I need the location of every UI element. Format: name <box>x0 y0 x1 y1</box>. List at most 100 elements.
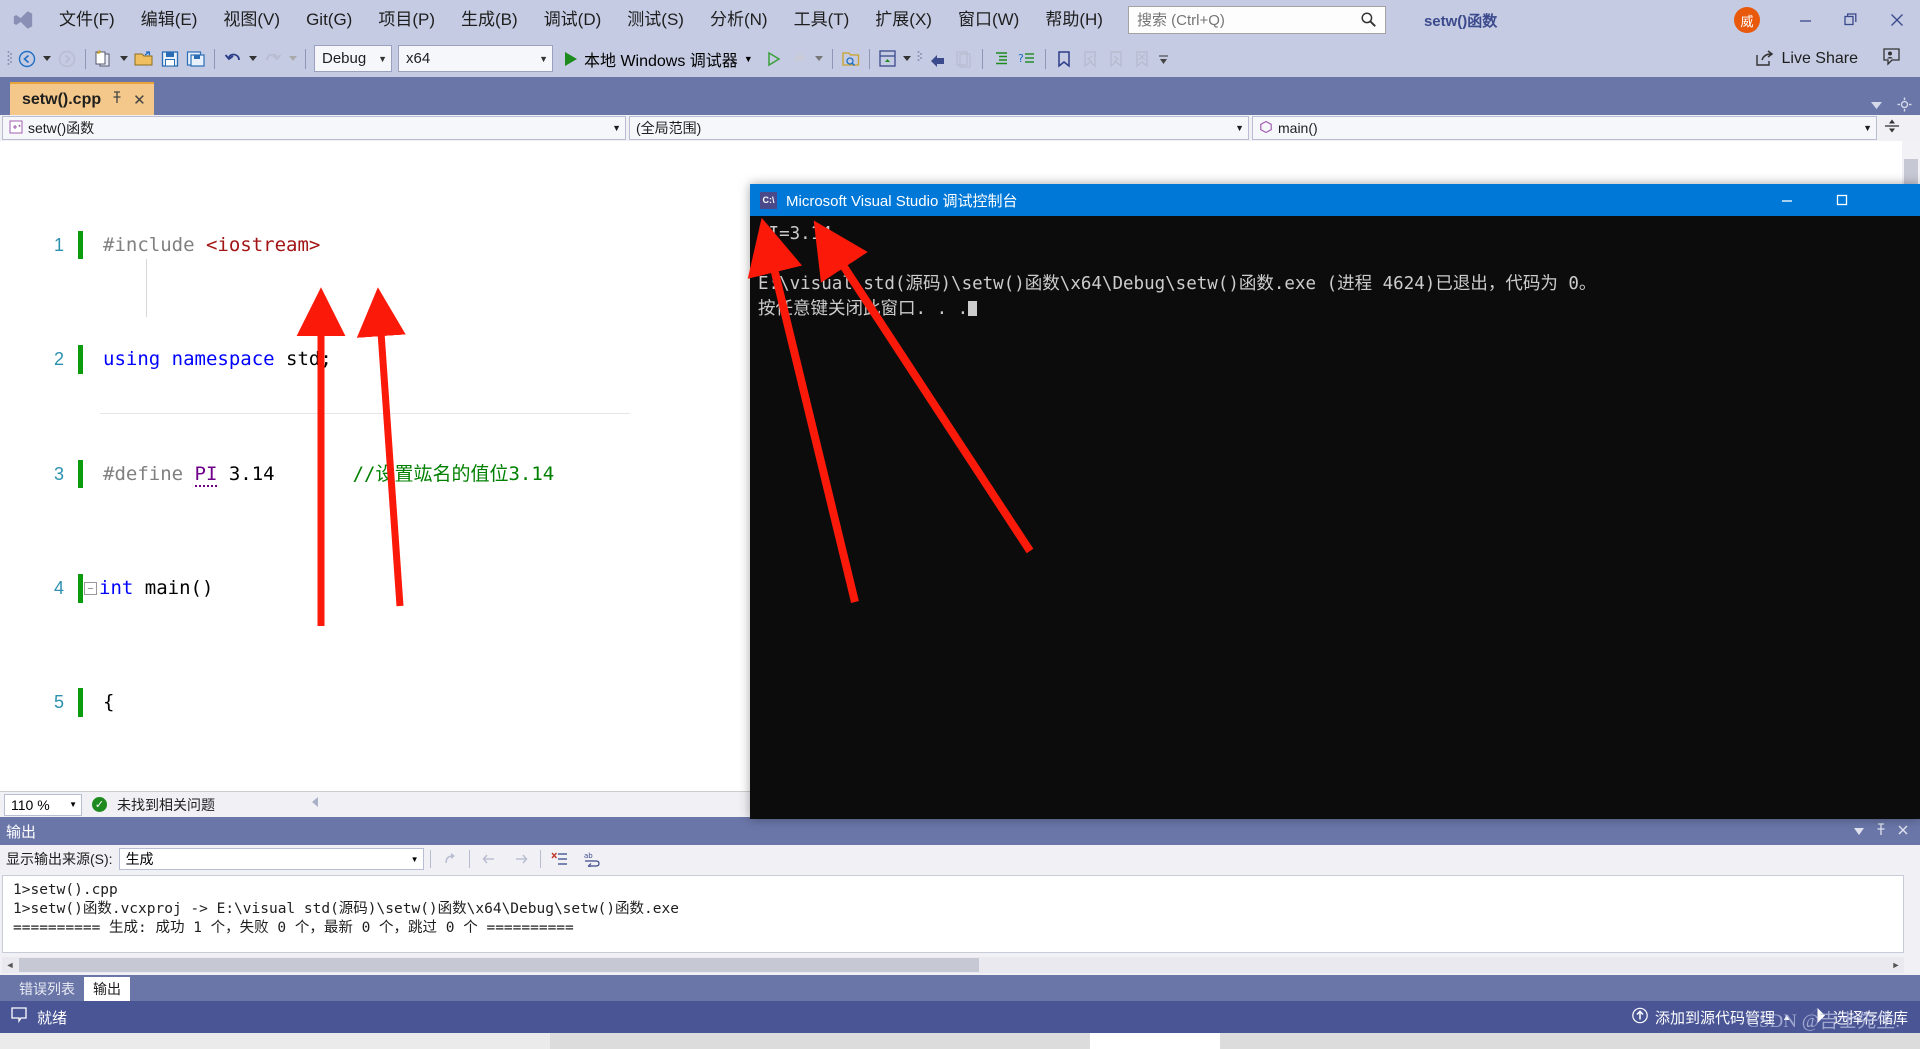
toolbar-overflow-icon[interactable] <box>1155 44 1173 74</box>
next-message-icon[interactable] <box>508 847 534 871</box>
debug-console-window[interactable]: C:\ Microsoft Visual Studio 调试控制台 PI=3.1… <box>750 184 1920 819</box>
change-marker <box>78 688 83 717</box>
scroll-right-icon[interactable]: ► <box>1888 957 1904 973</box>
line-number: 3 <box>53 463 64 484</box>
pin-icon[interactable] <box>1870 822 1892 840</box>
close-icon[interactable]: ✕ <box>133 91 146 109</box>
toolbar-drag-handle-icon[interactable] <box>4 44 14 74</box>
fold-toggle-main[interactable]: − <box>84 581 97 595</box>
token-open-brace: { <box>103 691 115 714</box>
visual-studio-window: 文件(F) 编辑(E) 视图(V) Git(G) 项目(P) 生成(B) 调试(… <box>0 0 1920 1049</box>
cpp-project-icon <box>9 120 23 137</box>
output-source-combo[interactable]: 生成 ▼ <box>118 848 424 870</box>
menu-test[interactable]: 测试(S) <box>614 0 697 40</box>
project-scope-combo[interactable]: setw()函数 ▼ <box>2 116 626 140</box>
redo-icon[interactable] <box>260 44 286 74</box>
menu-analyze[interactable]: 分析(N) <box>697 0 781 40</box>
window-layout-icon[interactable] <box>875 44 901 74</box>
previous-bookmark-icon[interactable] <box>1077 44 1103 74</box>
minimize-button[interactable] <box>1782 0 1828 40</box>
hot-reload-icon[interactable] <box>787 44 813 74</box>
output-line-1: 1>setw().cpp <box>13 882 118 898</box>
tab-output[interactable]: 输出 <box>84 977 130 1001</box>
navigate-backward-dropdown-icon[interactable] <box>40 44 54 74</box>
menu-tools[interactable]: 工具(T) <box>781 0 863 40</box>
clear-bookmarks-icon[interactable] <box>1129 44 1155 74</box>
hot-reload-dropdown-icon[interactable] <box>813 44 827 74</box>
toolbar-separator <box>868 48 870 69</box>
avatar[interactable]: 威 <box>1734 7 1760 33</box>
start-debugging-button[interactable]: 本地 Windows 调试器 ▼ <box>556 44 761 74</box>
menu-window[interactable]: 窗口(W) <box>945 0 1032 40</box>
next-bookmark-icon[interactable] <box>1103 44 1129 74</box>
document-tab-label: setw().cpp <box>22 90 102 108</box>
search-solution-icon[interactable] <box>838 44 864 74</box>
menu-file[interactable]: 文件(F) <box>46 0 128 40</box>
go-to-message-icon[interactable] <box>437 847 463 871</box>
undo-dropdown-icon[interactable] <box>246 44 260 74</box>
search-box[interactable] <box>1127 6 1386 34</box>
new-project-icon[interactable] <box>91 44 117 74</box>
scroll-left-icon[interactable]: ◄ <box>2 957 18 973</box>
output-horizontal-scrollbar[interactable]: ◄ ► <box>2 957 1904 973</box>
chevron-down-icon: ▼ <box>410 854 419 864</box>
menu-project[interactable]: 项目(P) <box>365 0 448 40</box>
console-minimize-button[interactable] <box>1764 184 1810 216</box>
scrollbar-thumb[interactable] <box>19 958 979 972</box>
code-line-text: #define PI 3.14 //设置竑名的值位3.14 <box>99 460 554 489</box>
tab-overflow-icon[interactable] <box>1870 98 1883 116</box>
console-output-text: PI=3.14 E:\visual std(源码)\setw()函数\x64\D… <box>750 216 1920 322</box>
console-maximize-button[interactable] <box>1819 184 1865 216</box>
new-project-dropdown-icon[interactable] <box>117 44 131 74</box>
code-line-text: { <box>99 688 114 717</box>
close-icon[interactable] <box>1892 823 1914 839</box>
toggle-pane-icon[interactable] <box>925 44 951 74</box>
previous-message-icon[interactable] <box>476 847 502 871</box>
output-pane: 输出 显示输出来源(S): 生成 ▼ ab 1>setw().cpp 1>set… <box>0 817 1920 975</box>
toggle-word-wrap-icon[interactable]: ab <box>579 847 605 871</box>
tab-error-list[interactable]: 错误列表 <box>10 977 84 1001</box>
window-layout-dropdown-icon[interactable] <box>901 44 915 74</box>
toolbar-separator <box>429 850 431 868</box>
previous-issue-icon[interactable] <box>309 795 321 814</box>
save-file-icon[interactable] <box>157 44 183 74</box>
editor-settings-icon[interactable] <box>1897 97 1912 117</box>
document-tab-setw-cpp[interactable]: setw().cpp ✕ <box>10 82 154 115</box>
token-include-directive: #include <box>103 233 206 256</box>
search-input[interactable] <box>1136 11 1352 29</box>
navigate-backward-icon[interactable] <box>14 44 40 74</box>
close-button[interactable] <box>1874 0 1920 40</box>
member-scope-combo[interactable]: main() ▼ <box>1252 116 1877 140</box>
send-feedback-icon[interactable] <box>1880 46 1902 71</box>
live-share-button[interactable]: Live Share <box>1755 49 1858 68</box>
bookmark-icon[interactable] <box>1051 44 1077 74</box>
toolbar-separator <box>831 48 833 69</box>
menu-git[interactable]: Git(G) <box>293 0 365 40</box>
navigate-forward-icon[interactable] <box>54 44 80 74</box>
copy-properties-icon[interactable] <box>951 44 977 74</box>
menu-edit[interactable]: 编辑(E) <box>128 0 211 40</box>
menu-build[interactable]: 生成(B) <box>448 0 531 40</box>
indent-icon[interactable] <box>988 44 1014 74</box>
clear-output-icon[interactable] <box>547 847 573 871</box>
open-file-icon[interactable] <box>131 44 157 74</box>
menu-view[interactable]: 视图(V) <box>210 0 293 40</box>
menu-help[interactable]: 帮助(H) <box>1032 0 1116 40</box>
maximize-restore-button[interactable] <box>1828 0 1874 40</box>
comment-icon[interactable]: ? <box>1014 44 1040 74</box>
solution-configuration-combo[interactable]: Debug ▼ <box>314 45 392 72</box>
pin-icon[interactable] <box>111 90 123 109</box>
menu-debug[interactable]: 调试(D) <box>531 0 615 40</box>
start-without-debugging-icon[interactable] <box>761 44 787 74</box>
output-dropdown-icon[interactable] <box>1848 823 1870 839</box>
undo-icon[interactable] <box>220 44 246 74</box>
split-editor-icon[interactable] <box>1884 117 1900 140</box>
save-all-icon[interactable] <box>183 44 209 74</box>
menu-extensions[interactable]: 扩展(X) <box>862 0 945 40</box>
solution-platform-combo[interactable]: x64 ▼ <box>398 45 553 72</box>
output-text-area[interactable]: 1>setw().cpp 1>setw()函数.vcxproj -> E:\vi… <box>2 875 1904 953</box>
type-scope-combo[interactable]: (全局范围) ▼ <box>629 116 1249 140</box>
redo-dropdown-icon[interactable] <box>286 44 300 74</box>
token-using-namespace: using namespace <box>103 348 287 371</box>
zoom-level-combo[interactable]: 110 % ▼ <box>4 793 82 816</box>
